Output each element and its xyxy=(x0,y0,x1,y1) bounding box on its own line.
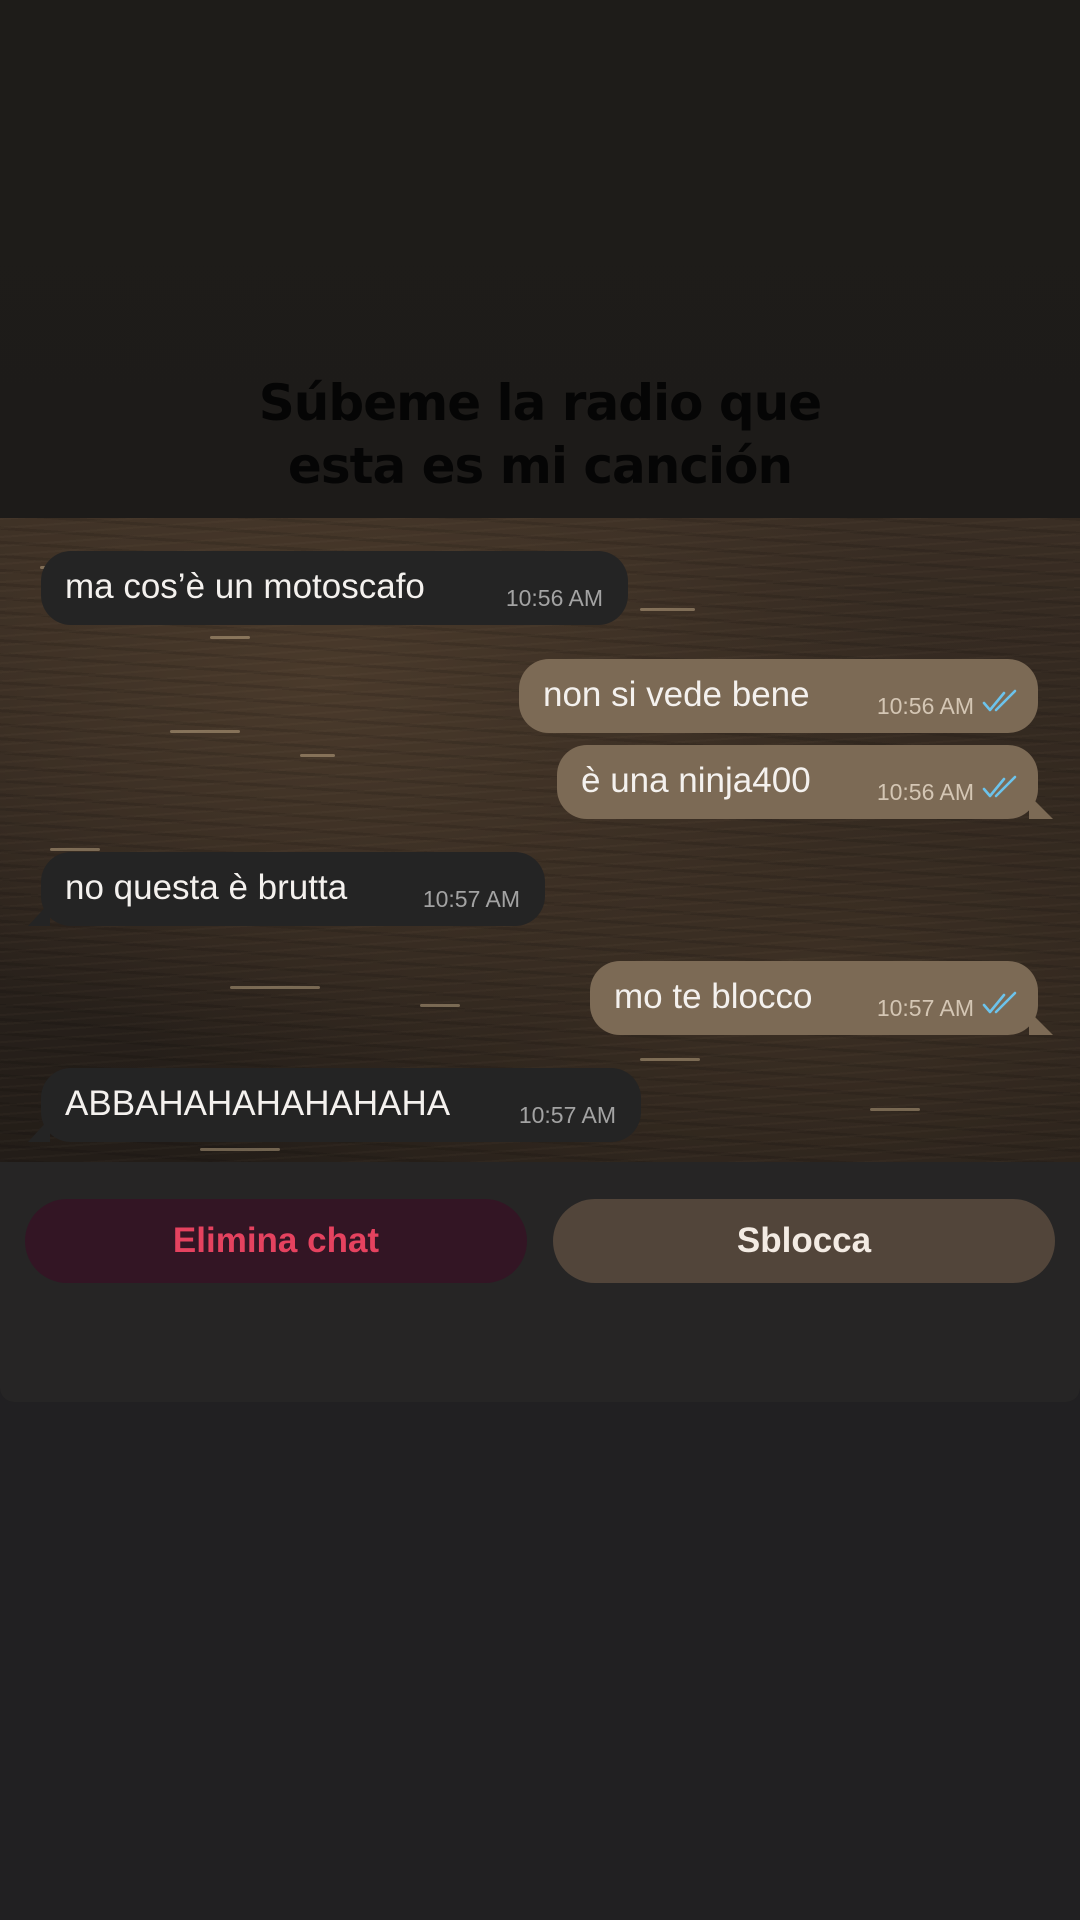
message-bubble-outgoing: non si vede bene 10:56 AM xyxy=(519,659,1038,733)
message-text: mo te blocco xyxy=(614,977,813,1016)
message-bubble-incoming: no questa è brutta 10:57 AM xyxy=(28,852,545,926)
water-glint xyxy=(210,636,250,639)
message-text: no questa è brutta xyxy=(65,868,348,907)
song-caption-line-2: esta es mi canción xyxy=(287,437,793,495)
water-glint xyxy=(300,754,335,757)
chat-preview: ma cos’è un motoscafo 10:56 AM non si ve… xyxy=(0,518,1080,1162)
double-check-icon xyxy=(982,689,1017,712)
bubble-tail xyxy=(28,902,50,926)
message-time: 10:57 AM xyxy=(876,995,974,1021)
water-glint xyxy=(640,1058,700,1061)
song-area: Súbeme la radio que esta es mi canción xyxy=(0,0,1080,518)
message-text: ABBAHAHAHAHAHAHA xyxy=(65,1084,451,1123)
message-time: 10:56 AM xyxy=(876,779,974,805)
water-glint xyxy=(230,986,320,989)
blocked-chat-card: Súbeme la radio que esta es mi canción m… xyxy=(0,0,1080,1402)
message-bubble-outgoing: mo te blocco 10:57 AM xyxy=(590,961,1053,1035)
bubble-tail xyxy=(1029,1011,1053,1035)
message-time: 10:57 AM xyxy=(422,886,520,912)
bubble-tail xyxy=(1029,795,1053,819)
double-check-icon xyxy=(982,991,1017,1014)
action-bar: Elimina chat Sblocca xyxy=(0,1162,1080,1402)
song-caption: Súbeme la radio que esta es mi canción xyxy=(0,372,1080,498)
message-text: ma cos’è un motoscafo xyxy=(65,567,425,606)
message-text: è una ninja400 xyxy=(581,761,811,800)
message-time: 10:56 AM xyxy=(876,693,974,719)
screen: Súbeme la radio que esta es mi canción m… xyxy=(0,0,1080,1920)
message-time: 10:57 AM xyxy=(518,1102,616,1128)
water-glint xyxy=(50,848,100,851)
song-caption-line-1: Súbeme la radio que xyxy=(258,374,822,432)
message-bubble-outgoing: è una ninja400 10:56 AM xyxy=(557,745,1053,819)
water-glint xyxy=(420,1004,460,1007)
double-check-icon xyxy=(982,775,1017,798)
delete-chat-button[interactable]: Elimina chat xyxy=(25,1199,527,1283)
message-text: non si vede bene xyxy=(543,675,810,714)
message-bubble-incoming: ma cos’è un motoscafo 10:56 AM xyxy=(41,551,628,625)
bubble-tail xyxy=(28,1118,50,1142)
water-glint xyxy=(170,730,240,733)
water-glint xyxy=(640,608,695,611)
message-time: 10:56 AM xyxy=(505,585,603,611)
unblock-button[interactable]: Sblocca xyxy=(553,1199,1055,1283)
water-glint xyxy=(200,1148,280,1151)
message-bubble-incoming: ABBAHAHAHAHAHAHA 10:57 AM xyxy=(28,1068,641,1142)
water-glint xyxy=(870,1108,920,1111)
